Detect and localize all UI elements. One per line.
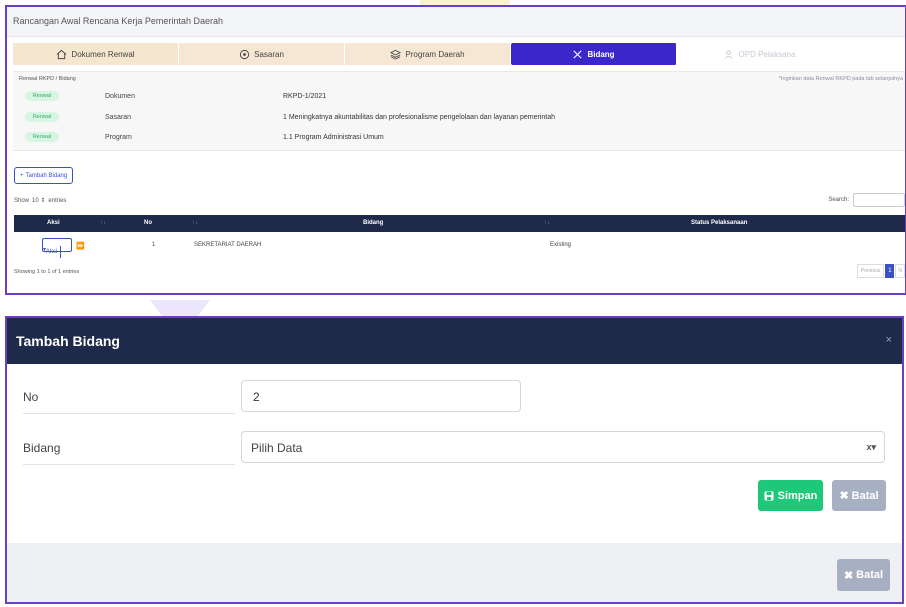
search-label: Search: <box>828 197 849 203</box>
step-opd-pelaksana: OPD Pelaksana <box>677 43 843 65</box>
info-row-dokumen: Renwal <box>25 90 59 102</box>
close-icon: ✖ <box>843 569 854 582</box>
info-key: Sasaran <box>105 114 132 121</box>
step-dokumen-renwal[interactable]: Dokumen Renwal <box>13 43 179 65</box>
page-title: Rancangan Awal Rencana Kerja Pemerintah … <box>7 7 905 37</box>
info-key: Dokumen <box>105 93 135 100</box>
table-info: Showing 1 to 1 of 1 entries <box>14 269 80 275</box>
pagination-page-1[interactable]: 1 <box>885 264 895 278</box>
entries-select[interactable]: 10 ⇕ <box>32 197 45 204</box>
no-field[interactable]: 2 <box>241 380 521 412</box>
info-row-program: Renwal <box>25 131 59 143</box>
tools-icon <box>573 49 582 59</box>
tambah-bidang-modal: Tambah Bidang × No 2 Bidang Pilih Data x… <box>5 316 904 604</box>
step-label: Bidang <box>587 49 615 59</box>
fast-forward-icon[interactable]: ⏩ <box>76 242 85 250</box>
entries-value: 10 <box>32 198 39 204</box>
step-bidang[interactable]: Bidang <box>511 43 677 65</box>
info-value: RKPD-1/2021 <box>283 93 327 100</box>
clear-dropdown-icon[interactable]: x▾ <box>866 442 876 453</box>
search-input[interactable] <box>853 193 905 207</box>
step-program-daerah[interactable]: Program Daerah <box>345 43 511 65</box>
batal-label: Batal <box>856 569 884 581</box>
col-bidang[interactable]: Bidang <box>363 220 383 226</box>
bidang-page-panel: Rancangan Awal Rencana Kerja Pemerintah … <box>5 5 906 295</box>
info-row-sasaran: Renwal <box>25 111 59 123</box>
col-aksi[interactable]: Aksi <box>47 220 60 226</box>
wizard-steps: Dokumen Renwal Sasaran Program Daerah Bi… <box>13 43 905 65</box>
no-label: No <box>23 380 235 414</box>
batal-label: Batal <box>851 489 879 502</box>
pagination-next[interactable]: N <box>895 264 905 278</box>
modal-title: Tambah Bidang <box>16 333 120 349</box>
add-bidang-button[interactable]: + Tambah Bidang <box>14 167 74 184</box>
close-icon: ✖ <box>839 490 849 502</box>
chevron-down-icon: ▾ <box>43 247 47 253</box>
sort-icon: ↑↓ <box>192 220 198 226</box>
modal-footer: ✖ Batal <box>7 543 902 602</box>
simpan-label: Simpan <box>777 489 818 502</box>
info-key: Program <box>105 134 132 141</box>
show-suffix: entries <box>48 197 67 204</box>
target-icon <box>240 49 250 59</box>
step-label: Dokumen Renwal <box>71 49 135 59</box>
col-status[interactable]: Status Pelaksanaan <box>691 220 747 226</box>
bidang-select-placeholder: Pilih Data <box>251 441 303 455</box>
cell-no: 1 <box>152 242 156 248</box>
table-row: Aksi ▾ ⏩ 1 SEKRETARIAT DAERAH Existing <box>14 235 905 258</box>
step-sasaran[interactable]: Sasaran <box>179 43 345 65</box>
status-badge: Renwal <box>25 132 59 142</box>
sort-icon: ↑↓ <box>544 220 550 226</box>
pagination: Previous 1 N <box>856 264 905 278</box>
modal-header: Tambah Bidang <box>7 318 902 364</box>
step-label: Sasaran <box>254 49 284 59</box>
breadcrumb-note: *Inginkan data Renwal RKPD pada tab sela… <box>778 76 903 82</box>
breadcrumb: Renwal RKPD / Bidang <box>19 76 76 82</box>
status-badge: Renwal <box>25 91 59 101</box>
footer-batal-button[interactable]: ✖ Batal <box>837 559 890 591</box>
bidang-label: Bidang <box>23 431 235 465</box>
info-value: 1.1 Program Administrasi Umum <box>283 134 384 141</box>
cell-bidang: SEKRETARIAT DAERAH <box>194 242 262 248</box>
cell-status: Existing <box>550 242 572 248</box>
table-header: Aksi ↑↓ No ↑↓ Bidang ↑↓ Status Pelaksana… <box>14 215 905 232</box>
pagination-previous[interactable]: Previous <box>856 264 885 278</box>
plus-icon: + <box>20 172 24 179</box>
simpan-button[interactable]: Simpan <box>758 480 823 511</box>
close-icon[interactable]: × <box>886 334 892 346</box>
add-bidang-label: Tambah Bidang <box>25 172 68 179</box>
step-label: Program Daerah <box>405 49 465 59</box>
users-icon <box>724 49 732 59</box>
entries-length: Show 10 ⇕ entries <box>14 197 67 205</box>
row-action-dropdown[interactable]: Aksi ▾ <box>42 238 72 258</box>
step-label: OPD Pelaksana <box>738 49 796 59</box>
layers-icon <box>390 49 402 60</box>
context-summary: Renwal RKPD / Bidang *Inginkan data Renw… <box>13 71 905 151</box>
batal-button[interactable]: ✖ Batal <box>832 480 886 511</box>
sort-icon: ↑↓ <box>100 220 106 226</box>
status-badge: Renwal <box>25 112 59 122</box>
col-no[interactable]: No <box>144 220 152 226</box>
home-icon <box>57 49 67 59</box>
bidang-select[interactable]: Pilih Data x▾ <box>241 431 885 463</box>
save-icon <box>764 491 774 500</box>
show-prefix: Show <box>14 197 30 204</box>
info-value: 1 Meningkatnya akuntabilitas dan profesi… <box>283 114 556 121</box>
